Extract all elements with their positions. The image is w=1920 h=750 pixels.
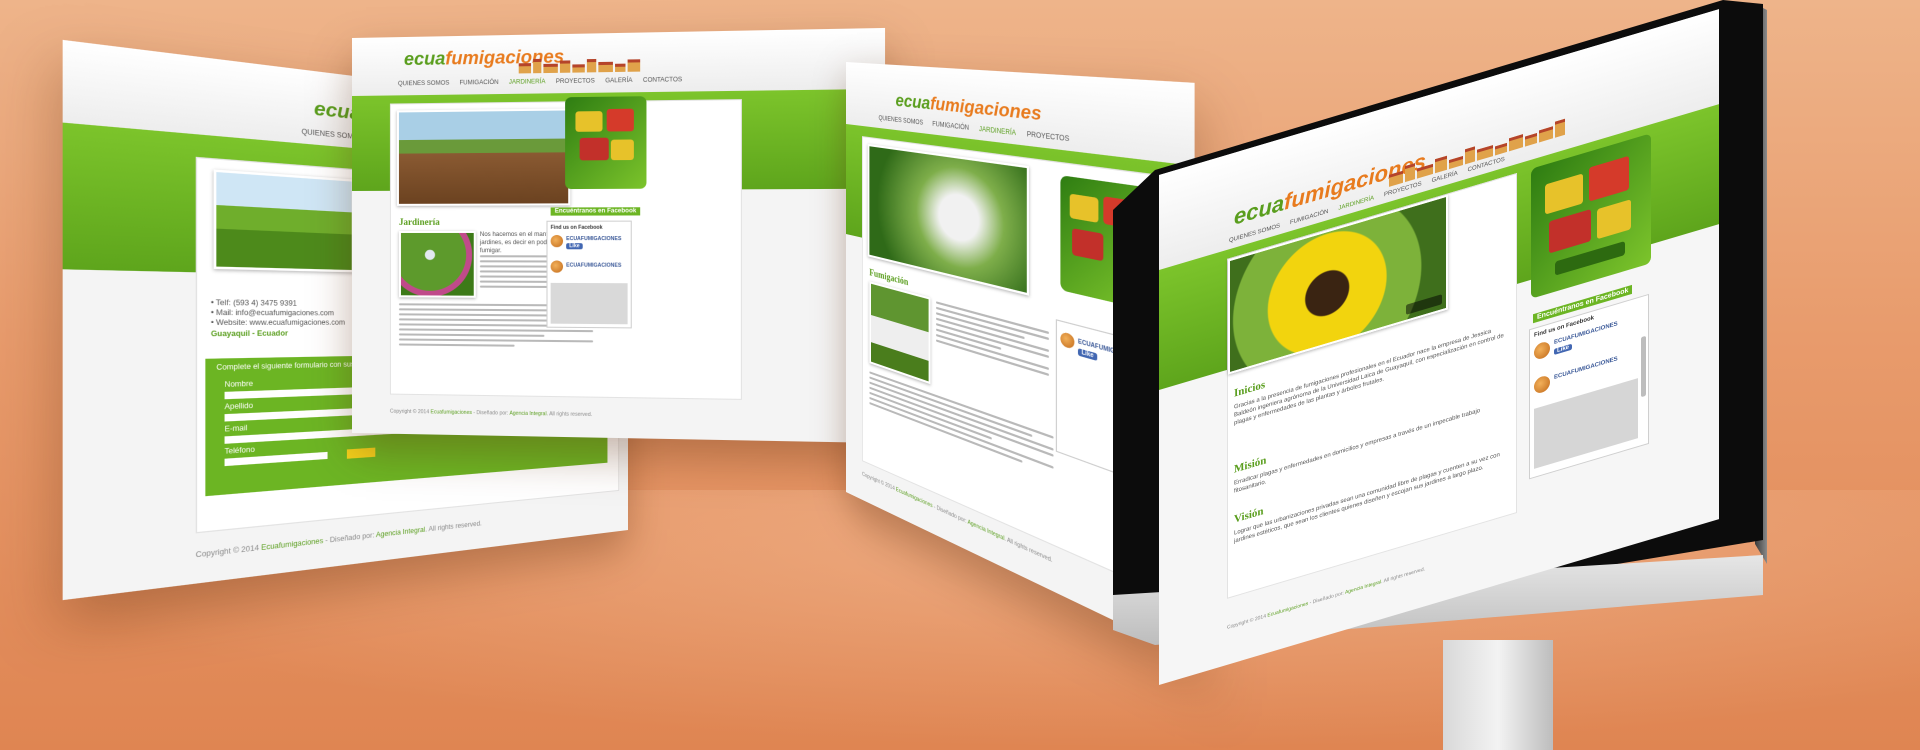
nav-item-jardineria[interactable]: JARDINERÍA: [509, 79, 546, 86]
section-title: Jardinería: [398, 216, 440, 227]
avatar: [1534, 340, 1550, 361]
page-jardineria: ecuafumigaciones QUIENES SOMOS FUMIGACIÓ…: [352, 27, 886, 444]
field-label: E-mail: [224, 425, 248, 434]
imac-stand: [1443, 640, 1553, 750]
facebook-page-name[interactable]: ECUAFUMIGACIONES: [566, 236, 621, 242]
nav-item-quienes[interactable]: QUIENES SOMOS: [398, 81, 449, 88]
field-label: Nombre: [224, 381, 254, 390]
nav-item-contactos[interactable]: CONTACTOS: [643, 77, 682, 84]
scrollbar[interactable]: [1641, 335, 1646, 398]
nav-item-galeria[interactable]: GALERÍA: [605, 78, 632, 85]
nav-item-proyectos[interactable]: PROYECTOS: [556, 78, 595, 85]
avatar: [550, 260, 564, 273]
field-label: Apellido: [224, 403, 254, 412]
houses-illustration: [518, 51, 641, 74]
nav-item[interactable]: JARDINERÍA: [979, 126, 1016, 137]
post-image: [1534, 378, 1638, 469]
products-ad[interactable]: [565, 96, 647, 190]
nav-item[interactable]: FUMIGACIÓN: [932, 121, 969, 132]
like-button[interactable]: Like: [1554, 343, 1573, 355]
garden-photo: [398, 230, 476, 298]
field-label: Teléfono: [224, 446, 255, 457]
like-button[interactable]: Like: [566, 243, 583, 250]
avatar: [1534, 374, 1550, 395]
post-image: [550, 282, 628, 325]
body-text: [936, 301, 1050, 379]
worker-photo: [869, 281, 931, 385]
mockup-scene: ecuafumigaciones QUIENES SOMOS FUMIGACIÓ…: [0, 0, 1920, 750]
avatar: [1060, 331, 1075, 350]
facebook-find: Find us on Facebook: [550, 224, 603, 231]
nav-item[interactable]: PROYECTOS: [1027, 132, 1069, 144]
tractor-slide: [396, 108, 571, 206]
footer-copyright: Copyright © 2014 Ecuafumigaciones - Dise…: [389, 408, 593, 419]
page-header: ecuafumigaciones QUIENES SOMOS FUMIGACIÓ…: [352, 27, 886, 97]
avatar: [550, 234, 564, 248]
facebook-widget: Find us on Facebook ECUAFUMIGACIONES Lik…: [546, 220, 632, 329]
facebook-widget: Find us on Facebook ECUAFUMIGACIONES Lik…: [1529, 293, 1649, 480]
facebook-page-name[interactable]: ECUAFUMIGACIONES: [1554, 356, 1618, 381]
nav-item-fumigacion[interactable]: FUMIGACIÓN: [460, 80, 499, 87]
imac: ecuafumigaciones QUIENES SOMOS FUMIGACIÓ…: [1113, 0, 1767, 750]
facebook-header: Encuéntranos en Facebook: [550, 207, 641, 216]
body-text: [869, 371, 1054, 478]
send-button[interactable]: [346, 447, 376, 459]
main-nav: QUIENES SOMOS FUMIGACIÓN JARDINERÍA PROY…: [398, 77, 682, 87]
nav-item[interactable]: QUIENES SOMOS: [879, 116, 924, 127]
facebook-page-name[interactable]: ECUAFUMIGACIONES: [566, 263, 621, 269]
field-photo: [213, 169, 355, 273]
